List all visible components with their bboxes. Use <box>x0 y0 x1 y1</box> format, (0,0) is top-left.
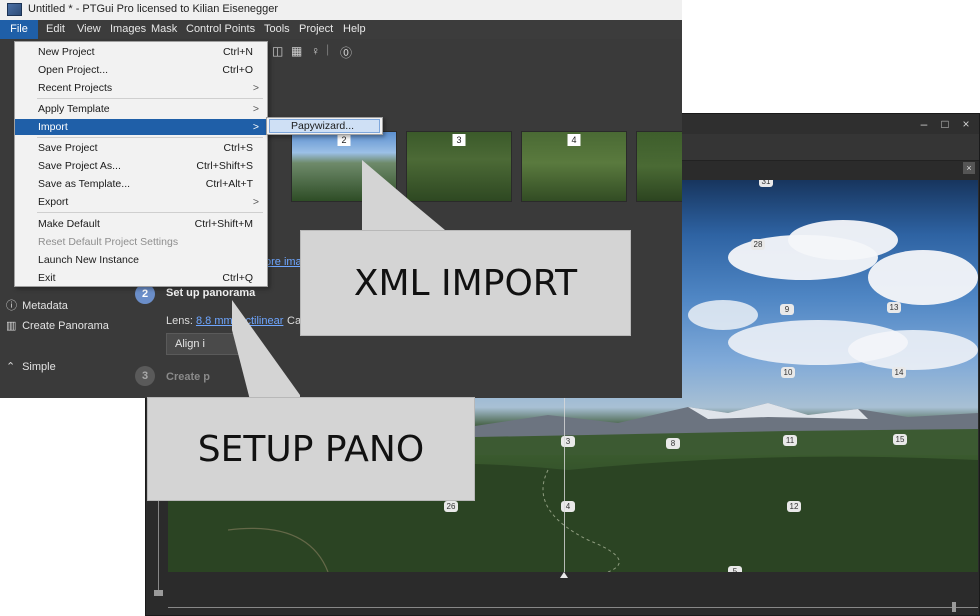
xml-import-pointer <box>362 160 445 230</box>
xml-import-callout: XML IMPORT <box>300 230 631 336</box>
setup-pano-callout: SETUP PANO <box>147 397 475 501</box>
setup-pano-pointer <box>232 300 300 400</box>
